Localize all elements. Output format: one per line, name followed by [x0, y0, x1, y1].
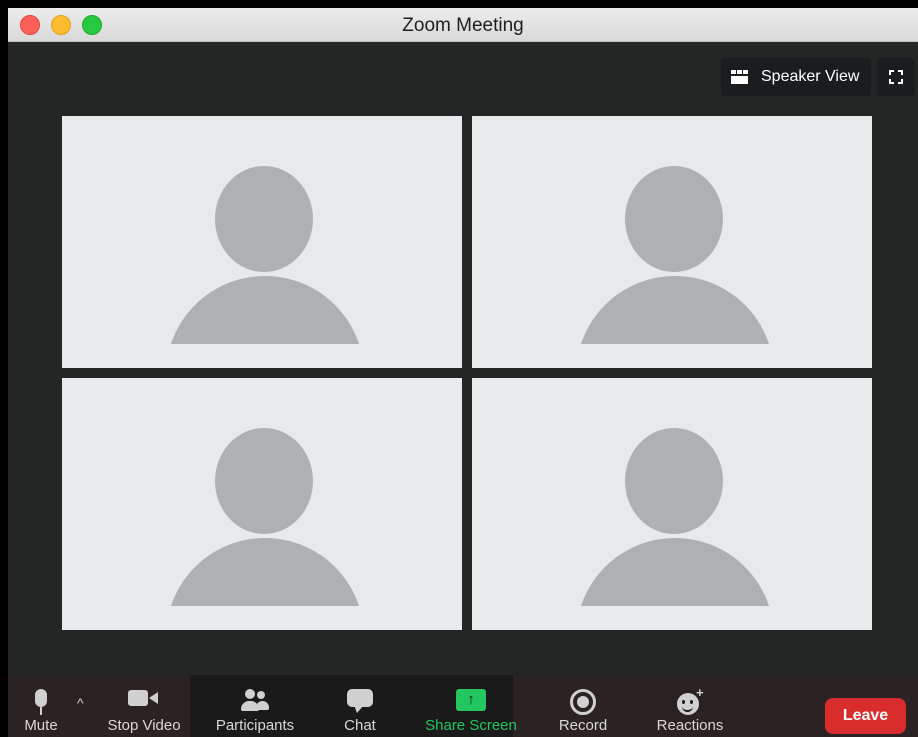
stop-video-button[interactable]: Stop Video [100, 675, 188, 737]
speaker-view-button[interactable]: Speaker View [721, 58, 871, 96]
audio-options-chevron-icon[interactable]: ^ [77, 695, 84, 711]
mute-label: Mute [24, 717, 58, 734]
reactions-emoji-icon: + [677, 685, 704, 715]
avatar-body [576, 538, 774, 606]
participant-tile[interactable] [62, 116, 462, 368]
avatar-head [625, 428, 723, 534]
reactions-label: Reactions [656, 717, 724, 734]
stop-video-label: Stop Video [107, 717, 181, 734]
fullscreen-icon [889, 70, 894, 75]
record-label: Record [558, 717, 608, 734]
speaker-view-icon [731, 70, 749, 84]
fullscreen-button[interactable] [877, 58, 915, 96]
zoom-window: Zoom Meeting Speaker View Mute ^ Stop Vi… [8, 8, 918, 737]
microphone-icon [34, 689, 48, 715]
avatar-body [166, 538, 364, 606]
share-screen-button[interactable]: ↑ Share Screen [418, 675, 524, 737]
speaker-view-label: Speaker View [761, 68, 860, 85]
avatar-head [215, 428, 313, 534]
record-icon [570, 689, 596, 715]
window-title: Zoom Meeting [402, 15, 524, 36]
participants-button[interactable]: Participants [208, 675, 302, 737]
leave-button[interactable]: Leave [825, 698, 906, 734]
chat-bubble-icon [347, 689, 373, 713]
participant-tile[interactable] [472, 378, 872, 630]
title-bar: Zoom Meeting [8, 8, 918, 42]
participant-tile[interactable] [472, 116, 872, 368]
chat-button[interactable]: Chat [334, 675, 386, 737]
participants-icon [239, 689, 271, 711]
video-camera-icon [128, 689, 160, 707]
record-button[interactable]: Record [548, 675, 618, 737]
avatar-head [215, 166, 313, 272]
avatar-body [166, 276, 364, 344]
reactions-button[interactable]: + Reactions [646, 675, 734, 737]
avatar-head [625, 166, 723, 272]
share-screen-icon: ↑ [456, 689, 486, 711]
share-screen-label: Share Screen [425, 717, 517, 734]
meeting-toolbar: Mute ^ Stop Video Participants Chat ↑ Sh… [8, 675, 918, 737]
avatar-body [576, 276, 774, 344]
participants-label: Participants [215, 717, 295, 734]
mute-button[interactable]: Mute [8, 675, 74, 737]
chat-label: Chat [344, 717, 376, 734]
participant-tile[interactable] [62, 378, 462, 630]
